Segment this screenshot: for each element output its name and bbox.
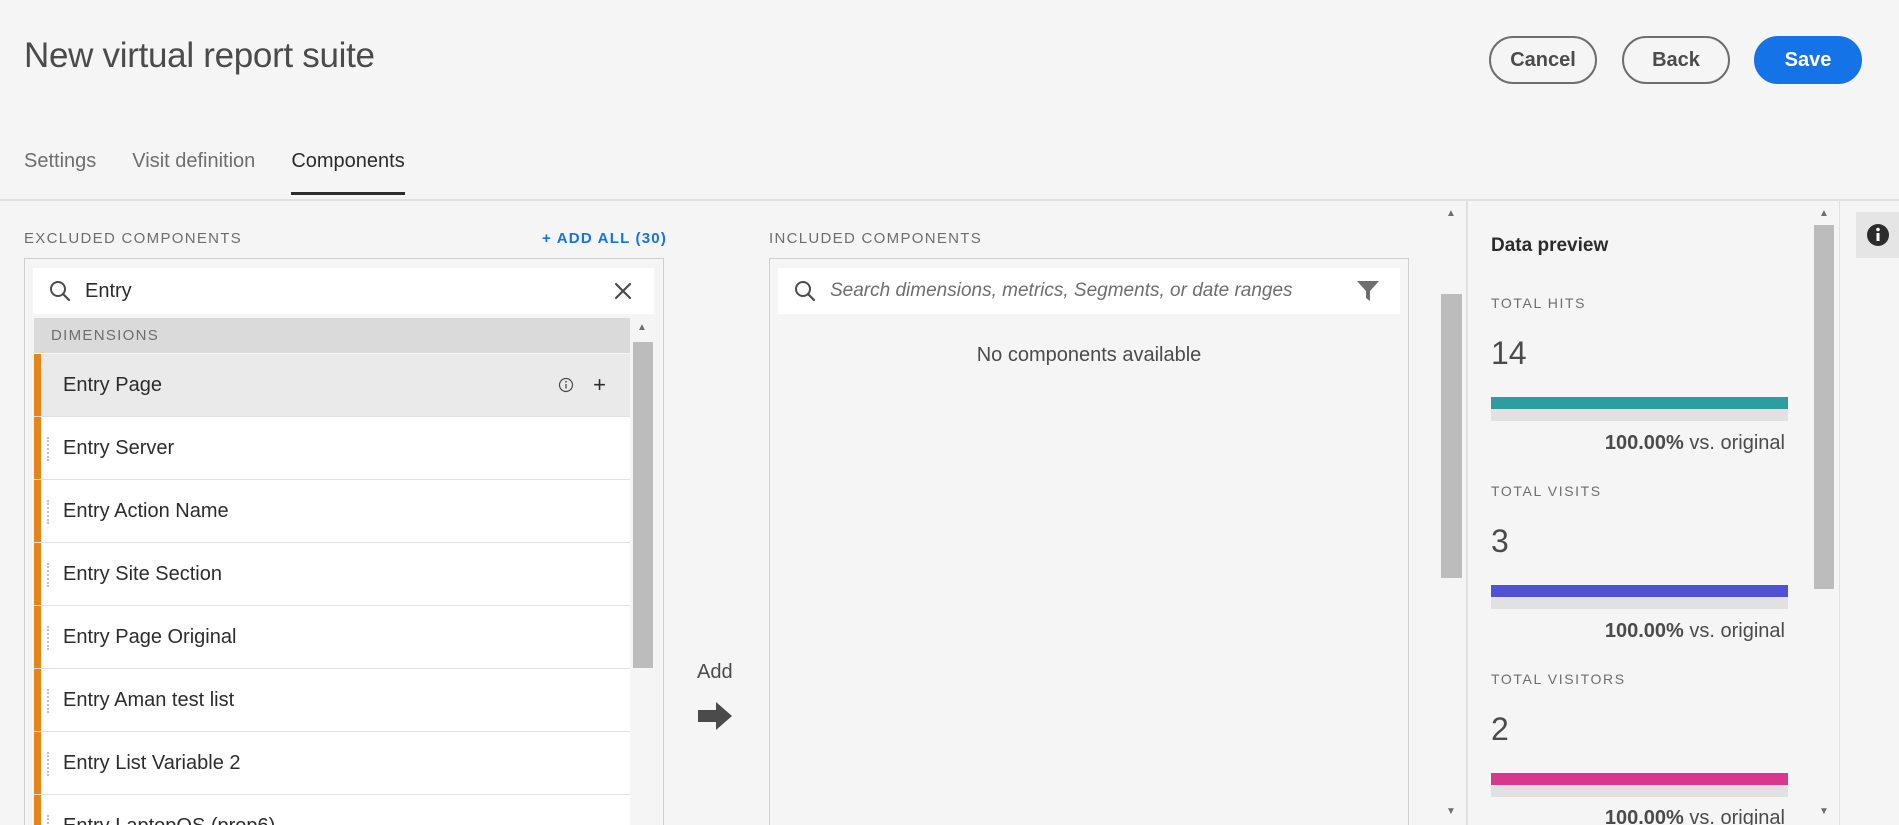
list-item[interactable]: Entry List Variable 2 [34,732,630,795]
info-icon[interactable] [558,377,574,393]
drag-handle-icon[interactable] [47,752,50,776]
metric-bar-fill [1491,585,1788,597]
metric-label: TOTAL HITS [1491,295,1587,311]
tab-settings[interactable]: Settings [24,150,96,195]
metric-suffix: vs. original [1689,620,1785,642]
included-search-input[interactable] [830,268,1340,314]
data-preview-title: Data preview [1491,235,1609,256]
metric-compare: 100.00% vs. original [1605,432,1785,455]
metric-bar [1491,397,1788,421]
metric-percent: 100.00% [1604,807,1684,825]
list-item-label: Entry Site Section [63,562,222,585]
right-divider [1839,201,1840,825]
tab-visit-definition[interactable]: Visit definition [132,150,255,195]
page-title: New virtual report suite [24,36,375,75]
metric-compare: 100.00% vs. original [1605,620,1785,643]
info-panel-toggle[interactable] [1856,212,1899,258]
metric-percent: 100.00% [1604,620,1684,642]
metric-percent: 100.00% [1604,432,1684,454]
scroll-down-arrow[interactable]: ▼ [1819,806,1829,817]
filter-icon[interactable] [1356,279,1380,303]
metric-suffix: vs. original [1689,432,1785,454]
tab-bar: Settings Visit definition Components [24,150,441,195]
page-scrollbar-thumb[interactable] [1441,294,1462,578]
scroll-up-arrow[interactable]: ▲ [1819,208,1829,219]
excluded-scrollbar-thumb[interactable] [633,342,653,668]
back-button[interactable]: Back [1622,36,1730,84]
list-item[interactable]: Entry Site Section [34,543,630,606]
metric-compare: 100.00% vs. original [1605,807,1785,825]
metric-bar-fill [1491,773,1788,785]
included-components-label: INCLUDED COMPONENTS [769,230,983,247]
scroll-down-arrow[interactable]: ▼ [1446,806,1456,817]
metric-value: 3 [1491,523,1509,559]
drag-handle-icon[interactable] [47,626,50,650]
metric-value: 2 [1491,711,1509,747]
list-item-label: Entry Aman test list [63,688,235,711]
list-item-label: Entry Action Name [63,499,229,522]
metric-label: TOTAL VISITORS [1491,671,1626,687]
cancel-button[interactable]: Cancel [1489,36,1597,84]
drag-handle-icon[interactable] [47,500,50,524]
list-item[interactable]: Entry Aman test list [34,669,630,732]
search-icon [50,281,71,302]
included-search-box [778,268,1400,314]
drag-handle-icon[interactable] [47,815,50,825]
empty-state-message: No components available [976,344,1202,366]
list-item[interactable]: Entry Action Name [34,480,630,543]
metric-bar [1491,585,1788,609]
preview-scrollbar-thumb[interactable] [1814,225,1834,589]
drag-handle-icon[interactable] [47,689,50,713]
list-item[interactable]: Entry LaptopOS (prop6) [34,795,630,825]
excluded-search-input[interactable] [85,268,585,314]
close-icon[interactable] [614,282,632,300]
list-item-label: Entry Server [63,436,175,459]
drag-handle-icon[interactable] [47,563,50,587]
add-all-link[interactable]: + ADD ALL (30) [542,230,667,247]
arrow-right-icon[interactable] [698,700,734,732]
metric-value: 14 [1491,335,1527,371]
list-item-label: Entry List Variable 2 [63,751,241,774]
list-item-label: Entry LaptopOS (prop6) [63,815,275,825]
list-item-label: Entry Page Original [63,625,237,648]
scroll-up-arrow[interactable]: ▲ [637,322,647,333]
add-label: Add [697,661,733,683]
metric-suffix: vs. original [1689,807,1785,825]
tab-components[interactable]: Components [291,150,406,195]
list-item[interactable]: Entry Page + [34,354,630,417]
data-preview-panel: Data preview TOTAL HITS 14 100.00% vs. o… [1466,201,1840,825]
list-item-label: Entry Page [63,373,162,396]
list-item[interactable]: Entry Page Original [34,606,630,669]
search-icon [795,281,816,302]
metric-bar-fill [1491,397,1788,409]
excluded-components-label: EXCLUDED COMPONENTS [24,230,243,247]
dimensions-group-header: DIMENSIONS [34,318,630,353]
scroll-up-arrow[interactable]: ▲ [1446,208,1456,219]
info-icon [1866,224,1889,246]
metric-bar [1491,773,1788,797]
excluded-components-list: Entry Page + Entry Server Entry Action N… [34,354,630,825]
drag-handle-icon[interactable] [47,437,50,461]
save-button[interactable]: Save [1754,36,1862,84]
plus-icon[interactable]: + [593,372,606,398]
metric-label: TOTAL VISITS [1491,483,1602,499]
list-item[interactable]: Entry Server [34,417,630,480]
excluded-search-box [33,268,654,314]
